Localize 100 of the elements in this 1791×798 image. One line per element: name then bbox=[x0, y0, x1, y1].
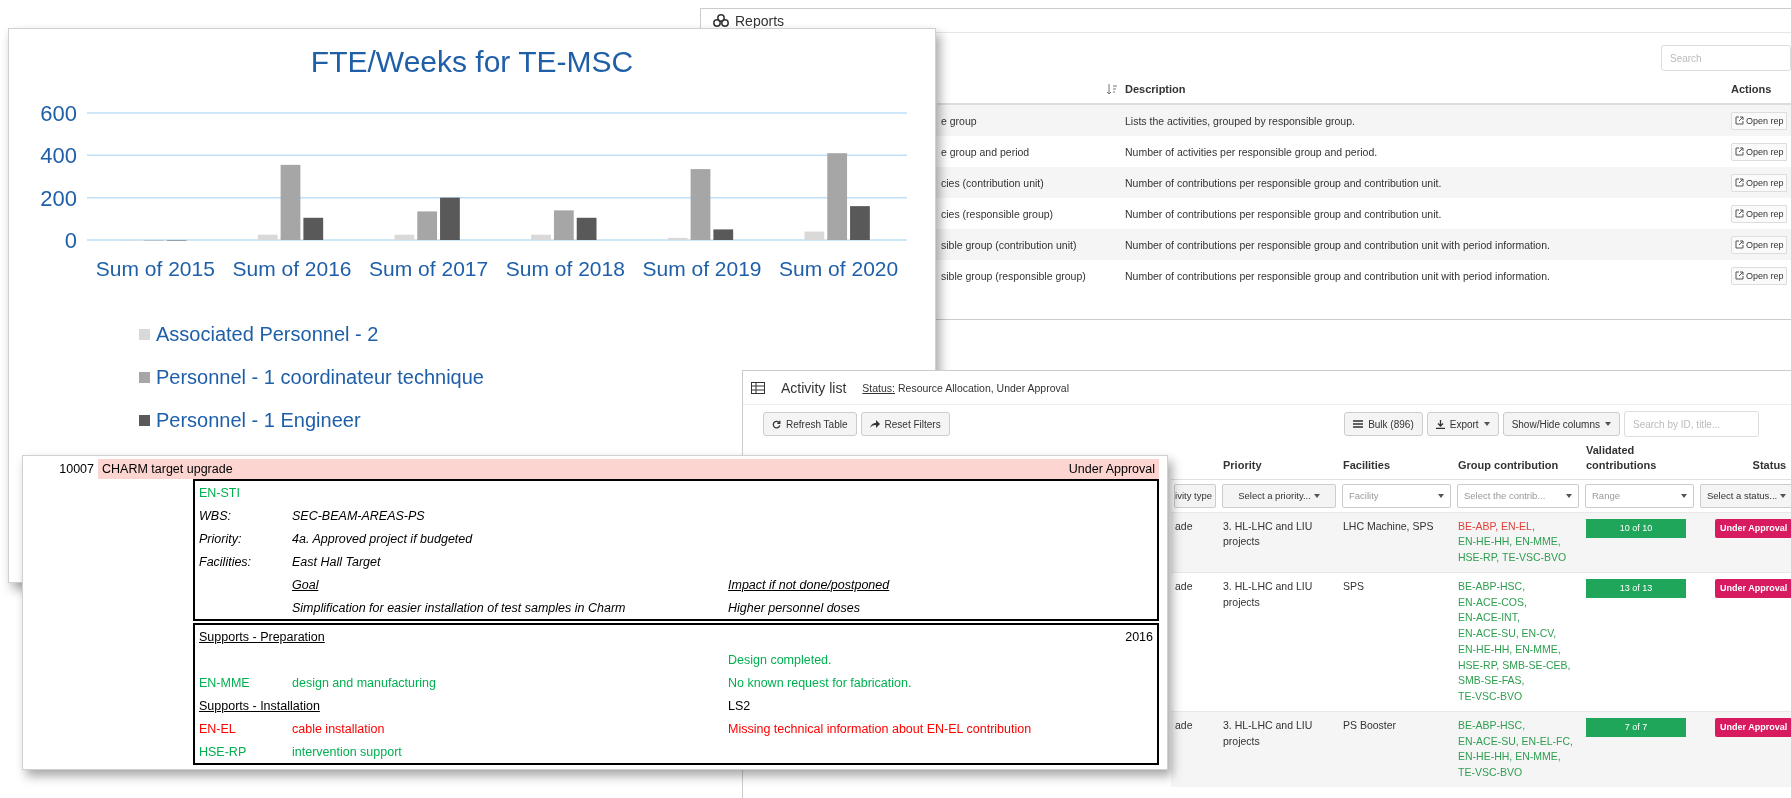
y-axis-label: 600 bbox=[40, 101, 77, 126]
table-cell: Number of contributions per responsible group and contribution unit with period information. bbox=[1125, 269, 1550, 282]
bar bbox=[440, 197, 460, 240]
y-axis-label: 0 bbox=[64, 228, 77, 253]
panel-title: Activity list bbox=[781, 379, 847, 396]
open-report-button[interactable]: Open rep bbox=[1731, 235, 1787, 254]
group-tag: EN-ACE-SU, bbox=[1458, 627, 1519, 640]
task-text: design and manufacturing bbox=[292, 675, 436, 690]
x-axis-label: Sum of 2017 bbox=[369, 257, 489, 280]
caret-icon bbox=[1313, 493, 1320, 498]
column-header[interactable]: Status bbox=[1697, 457, 1791, 479]
section-year: 2016 bbox=[1125, 629, 1153, 644]
bar bbox=[394, 234, 415, 240]
x-axis-label: Sum of 2015 bbox=[95, 257, 215, 280]
export-button[interactable]: Export bbox=[1426, 412, 1499, 436]
field-label: Priority: bbox=[199, 531, 242, 546]
caret-icon bbox=[1780, 493, 1787, 498]
field-value: 4a. Approved project if budgeted bbox=[292, 531, 473, 546]
goal-heading: Goal bbox=[292, 577, 319, 592]
y-axis-label: 200 bbox=[40, 185, 77, 211]
bar bbox=[531, 234, 551, 240]
table-cell: 3. HL-LHC and LIU projects bbox=[1223, 519, 1313, 548]
group-tag: EN-ACE-SU, bbox=[1458, 734, 1519, 747]
group-tag: BE-ABP, bbox=[1458, 519, 1499, 532]
group-tag: EN-MME, bbox=[1515, 750, 1561, 763]
table-cell: Number of contributions per responsible group and contribution unit. bbox=[1125, 176, 1442, 189]
show-hide-columns-button[interactable]: Show/Hide columns bbox=[1502, 412, 1620, 436]
activity-id: 10007 bbox=[58, 462, 95, 476]
panel-title: Reports bbox=[735, 12, 785, 29]
legend-label: Personnel - 1 coordinateur technique bbox=[156, 366, 484, 389]
chart-title: FTE/Weeks for TE-MSC bbox=[310, 45, 634, 78]
caret-icon bbox=[1438, 493, 1444, 498]
note-text: No known request for fabrication. bbox=[728, 675, 912, 690]
bar bbox=[257, 234, 278, 240]
group-tag: EN-EL-FC, bbox=[1521, 734, 1573, 747]
status-badge: Under Approval bbox=[1715, 717, 1791, 738]
open-report-button[interactable]: Open rep bbox=[1731, 173, 1787, 192]
group-code: EN-EL bbox=[199, 721, 236, 736]
open-report-button[interactable]: Open rep bbox=[1731, 266, 1787, 285]
group-tag: TE-VSC-BVO bbox=[1458, 766, 1523, 779]
activity-title: CHARM target upgrade bbox=[102, 462, 233, 476]
validated-count: 13 of 13 bbox=[1586, 578, 1686, 599]
share-arrow-icon bbox=[869, 420, 880, 428]
group-tag: EN-ACE-COS, bbox=[1458, 595, 1527, 608]
group-tag: EN-HE-HH, bbox=[1458, 535, 1513, 548]
group-tag: TE-VSC-BVO bbox=[1458, 690, 1523, 703]
bar bbox=[553, 210, 574, 240]
bulk-button[interactable]: Bulk (896) bbox=[1344, 412, 1423, 436]
open-report-button[interactable]: Open rep bbox=[1731, 204, 1787, 223]
table-cell: e group bbox=[941, 114, 977, 127]
column-header[interactable]: Actions bbox=[1731, 83, 1772, 95]
x-axis-label: Sum of 2020 bbox=[779, 257, 899, 280]
group-tag: BE-ABP-HSC, bbox=[1458, 718, 1526, 731]
field-label: WBS: bbox=[199, 508, 231, 523]
search-field[interactable]: Search by ID, title... bbox=[1624, 411, 1759, 437]
note-text: Missing technical information about EN-EL contribution bbox=[728, 721, 1032, 736]
table-cell: sible group (responsible group) bbox=[941, 269, 1086, 282]
task-text: cable installation bbox=[292, 721, 385, 736]
reset-filters-button[interactable]: Reset Filters bbox=[860, 412, 950, 436]
field-value: SEC-BEAM-AREAS-PS bbox=[292, 508, 425, 523]
caret-icon bbox=[1605, 422, 1611, 426]
refresh-table-button[interactable]: Refresh Table bbox=[763, 412, 857, 436]
group-tag: BE-ABP-HSC, bbox=[1458, 579, 1526, 592]
group-code: EN-STI bbox=[199, 485, 240, 500]
search-field[interactable]: Search bbox=[1661, 45, 1791, 71]
external-link-icon bbox=[1735, 178, 1744, 187]
filter-select[interactable]: Select a priority... bbox=[1222, 483, 1336, 508]
open-report-button[interactable]: Open rep bbox=[1731, 111, 1787, 130]
column-header[interactable]: Validated contributions bbox=[1582, 443, 1697, 479]
filter-select[interactable]: ivity type bbox=[1174, 483, 1216, 508]
group-tag: HSE-RP, bbox=[1458, 551, 1500, 564]
table-cell: cies (responsible group) bbox=[941, 207, 1054, 220]
open-report-button[interactable]: Open rep bbox=[1731, 142, 1787, 161]
external-link-icon bbox=[1735, 116, 1744, 125]
table-cell: cies (contribution unit) bbox=[941, 176, 1044, 189]
table-cell: Lists the activities, grouped by responsible group. bbox=[1125, 114, 1355, 127]
table-cell: PS Booster bbox=[1343, 718, 1397, 731]
impact-heading: Impact if not done/postponed bbox=[728, 577, 890, 592]
sort-icon[interactable] bbox=[1107, 83, 1117, 95]
table-cell: Number of contributions per responsible group and contribution unit with period information. bbox=[1125, 238, 1550, 251]
validated-count: 7 of 7 bbox=[1586, 717, 1686, 738]
column-header[interactable]: Priority bbox=[1219, 457, 1339, 479]
x-axis-label: Sum of 2019 bbox=[642, 257, 762, 280]
goal-text: Simplification for easier installation of test samples in Charm bbox=[292, 600, 626, 615]
column-header[interactable]: Group contribution bbox=[1454, 457, 1582, 479]
legend-label: Personnel - 1 Engineer bbox=[156, 409, 361, 432]
group-tag: EN-HE-HH, bbox=[1458, 642, 1513, 655]
column-header[interactable]: Facilities bbox=[1339, 457, 1454, 479]
filter-select[interactable]: Select a status... bbox=[1700, 483, 1791, 508]
bar bbox=[850, 206, 870, 240]
external-link-icon bbox=[1735, 240, 1744, 249]
x-axis-label: Sum of 2016 bbox=[232, 257, 352, 280]
table-icon bbox=[751, 381, 765, 394]
group-tag: HSE-RP, bbox=[1458, 658, 1500, 671]
column-header[interactable]: Description bbox=[1125, 83, 1186, 95]
table-cell: ade bbox=[1175, 579, 1193, 592]
group-tag: EN-CV, bbox=[1521, 627, 1557, 640]
caret-icon bbox=[1566, 493, 1572, 498]
table-cell: e group and period bbox=[941, 145, 1030, 158]
bar bbox=[417, 211, 438, 240]
